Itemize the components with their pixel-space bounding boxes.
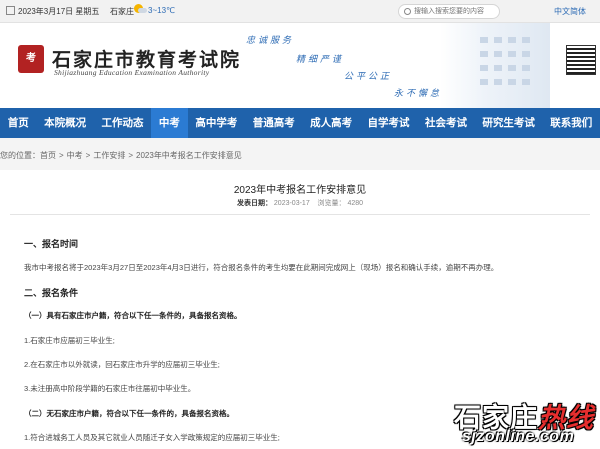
article-meta: 发表日期： 2023-03-17 浏览量： 4280 <box>0 198 600 208</box>
views-count: 4280 <box>347 200 364 207</box>
main-nav: 首页 本院概况 工作动态 中考 高中学考 普通高考 成人高考 自学考试 社会考试… <box>0 108 600 138</box>
site-header: 考 石家庄市教育考试院 Shijiazhuang Education Exami… <box>0 23 600 108</box>
weather-temperature: 3~13℃ <box>148 6 176 15</box>
search-icon[interactable] <box>404 8 411 15</box>
breadcrumb-current: 2023年中考报名工作安排意见 <box>136 151 242 160</box>
breadcrumb: 您的位置：首页 > 中考 > 工作安排 >2023年中考报名工作安排意见 <box>0 138 600 170</box>
list-item: 1.符合进城务工人员及其它就业人员随迁子女入学政策规定的应届初三毕业生; <box>24 433 280 442</box>
breadcrumb-home[interactable]: 首页 <box>40 151 56 160</box>
nav-item-news[interactable]: 工作动态 <box>94 108 151 138</box>
publish-date: 2023-03-17 <box>273 200 310 207</box>
subsection-heading: （二）无石家庄市户籍，符合以下任一条件的，具备报名资格。 <box>24 409 234 418</box>
calendar-icon <box>6 6 15 15</box>
qr-code-icon <box>566 45 596 75</box>
slogan-4: 永不懈怠 <box>394 88 443 98</box>
weather-city: 石家庄 <box>110 7 134 16</box>
article-title: 2023年中考报名工作安排意见 <box>233 185 367 196</box>
list-item: 2.在石家庄市以外就读，回石家庄市升学的应届初三毕业生; <box>24 360 220 369</box>
nav-item-social-exam[interactable]: 社会考试 <box>417 108 474 138</box>
list-item: 3.未注册高中阶段学籍的石家庄市往届初中毕业生。 <box>24 384 196 393</box>
slogan-2: 精细严谨 <box>296 54 345 64</box>
list-item: 1.石家庄市应届初三毕业生; <box>24 336 115 345</box>
breadcrumb-work-plan[interactable]: 工作安排 <box>93 151 125 160</box>
search-box[interactable] <box>398 4 500 19</box>
cloud-icon <box>138 8 147 13</box>
breadcrumb-zhongkao[interactable]: 中考 <box>67 151 83 160</box>
breadcrumb-separator: > <box>59 151 64 160</box>
top-bar: 2023年3月17日 星期五 石家庄 3~13℃ 中文简体 <box>0 0 600 23</box>
slogan-3: 公平公正 <box>344 71 393 81</box>
section-heading: 二、报名条件 <box>24 288 79 298</box>
breadcrumb-prefix: 您的位置： <box>0 151 40 160</box>
title-divider <box>10 214 590 215</box>
breadcrumb-separator: > <box>85 151 91 160</box>
views-label: 浏览量： <box>317 200 346 207</box>
nav-item-zhongkao[interactable]: 中考 <box>151 108 188 138</box>
watermark-domain: sjzonline.com <box>462 428 575 445</box>
site-logo-icon[interactable]: 考 <box>18 45 44 73</box>
nav-item-about[interactable]: 本院概况 <box>36 108 93 138</box>
nav-item-gaokao[interactable]: 普通高考 <box>245 108 302 138</box>
nav-item-adult-exam[interactable]: 成人高考 <box>302 108 359 138</box>
nav-item-high-school-exam[interactable]: 高中学考 <box>188 108 245 138</box>
slogan-1: 忠诚服务 <box>246 35 295 45</box>
publish-date-label: 发表日期： <box>236 200 272 207</box>
site-subtitle: Shijiazhuang Education Examination Autho… <box>54 68 210 77</box>
building-illustration <box>440 23 550 108</box>
language-switch[interactable]: 中文简体 <box>554 6 586 17</box>
nav-item-contact[interactable]: 联系我们 <box>543 108 600 138</box>
nav-item-graduate-exam[interactable]: 研究生考试 <box>475 108 543 138</box>
nav-item-self-study[interactable]: 自学考试 <box>360 108 417 138</box>
paragraph: 我市中考报名将于2023年3月27日至2023年4月3日进行，符合报名条件的考生… <box>24 263 499 272</box>
date-display: 2023年3月17日 星期五 <box>6 6 99 17</box>
subsection-heading: （一）具有石家庄市户籍，符合以下任一条件的，具备报名资格。 <box>24 311 242 320</box>
breadcrumb-separator: > <box>128 151 134 160</box>
search-input[interactable] <box>414 5 494 18</box>
nav-item-home[interactable]: 首页 <box>0 108 36 138</box>
section-heading: 一、报名时间 <box>24 239 79 249</box>
